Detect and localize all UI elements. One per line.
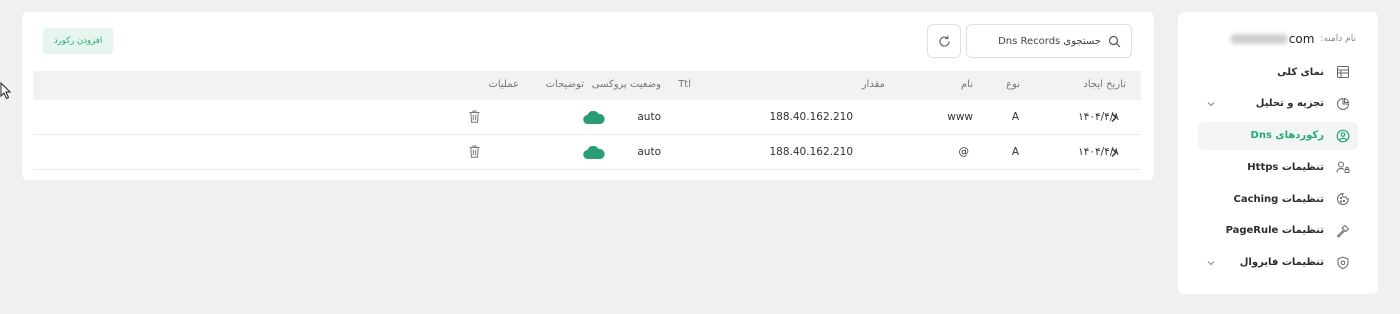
chevron-down-icon <box>1207 260 1215 265</box>
column-header-type[interactable]: نوع <box>1006 79 1020 90</box>
hammer-icon <box>1336 224 1350 238</box>
sidebar-item-label: تنظیمات Https <box>1247 161 1324 173</box>
table-header: تاریخ ایجاد نوع نام مقدار Ttl وضعیت پروک… <box>33 71 1141 100</box>
cell-created: ۱۴۰۴/۴/۸ <box>1078 146 1119 158</box>
delete-icon[interactable] <box>469 110 480 123</box>
column-header-description[interactable]: توضیحات <box>546 79 584 90</box>
cell-ttl: auto <box>637 111 661 123</box>
table-row[interactable]: ۱۴۰۴/۴/۸ A www 188.40.162.210 auto <box>33 100 1141 135</box>
cell-name: @ <box>958 146 970 158</box>
chevron-down-icon <box>1207 101 1215 107</box>
sidebar-item-analytics[interactable]: تجزیه و تحلیل <box>1198 90 1358 118</box>
sidebar-item-label: نمای کلی <box>1277 66 1324 78</box>
search-icon <box>1108 35 1121 48</box>
domain-name: com <box>1229 32 1315 46</box>
cell-value: 188.40.162.210 <box>769 146 854 158</box>
sidebar-item-firewall[interactable]: تنظیمات فایروال <box>1198 249 1358 277</box>
mouse-cursor-icon <box>0 82 12 100</box>
cell-type: A <box>1011 111 1019 123</box>
cell-type: A <box>1011 146 1019 158</box>
table-icon <box>1337 66 1349 78</box>
add-record-button[interactable]: افزودن رکورد <box>43 28 113 54</box>
search-input[interactable]: جستجوی Dns Records <box>966 24 1132 58</box>
delete-icon[interactable] <box>469 145 480 158</box>
column-header-ttl[interactable]: Ttl <box>678 79 691 90</box>
column-header-created[interactable]: تاریخ ایجاد <box>1083 79 1126 90</box>
sidebar-item-label: تنظیمات PageRule <box>1225 225 1324 237</box>
sidebar-item-label: رکوردهای Dns <box>1250 130 1324 142</box>
sidebar: نام دامنه: com نمای کلی تجزیه و تحلیل رک… <box>1178 12 1378 294</box>
proxy-cloud-icon[interactable] <box>583 145 605 160</box>
dns-icon <box>1336 129 1350 142</box>
cell-value: 188.40.162.210 <box>769 111 854 123</box>
column-header-actions: عملیات <box>488 79 519 90</box>
sidebar-item-https[interactable]: تنظیمات Https <box>1198 153 1358 181</box>
domain-name-redacted <box>1229 34 1288 44</box>
cell-ttl: auto <box>637 146 661 158</box>
sidebar-item-dns-records[interactable]: رکوردهای Dns <box>1198 121 1358 150</box>
refresh-icon <box>938 35 950 47</box>
cell-name: www <box>947 111 973 123</box>
sidebar-item-label: تنظیمات Caching <box>1233 193 1325 205</box>
shield-icon <box>1337 256 1349 270</box>
table-row[interactable]: ۱۴۰۴/۴/۸ A @ 188.40.162.210 auto <box>33 135 1141 170</box>
domain-label: نام دامنه: <box>1320 34 1356 44</box>
column-header-proxy[interactable]: وضعیت پروکسی <box>592 79 661 90</box>
proxy-cloud-icon[interactable] <box>583 110 605 125</box>
sidebar-item-label: تجزیه و تحلیل <box>1255 98 1324 110</box>
sidebar-item-label: تنظیمات فایروال <box>1239 257 1324 269</box>
column-header-name[interactable]: نام <box>961 79 973 90</box>
search-placeholder: جستجوی Dns Records <box>998 35 1101 47</box>
sidebar-menu: نمای کلی تجزیه و تحلیل رکوردهای Dns تنظی… <box>1198 58 1358 281</box>
sidebar-item-pagerule[interactable]: تنظیمات PageRule <box>1198 217 1358 245</box>
sidebar-item-overview[interactable]: نمای کلی <box>1198 58 1358 86</box>
pie-chart-icon <box>1337 97 1350 110</box>
sidebar-item-caching[interactable]: تنظیمات Caching <box>1198 185 1358 213</box>
cookie-icon <box>1337 193 1350 206</box>
domain-suffix: com <box>1288 32 1315 46</box>
refresh-button[interactable] <box>927 24 961 58</box>
user-lock-icon <box>1336 161 1350 174</box>
column-header-value[interactable]: مقدار <box>862 79 885 90</box>
dns-records-panel: جستجوی Dns Records افزودن رکورد تاریخ ای… <box>22 12 1154 180</box>
cell-created: ۱۴۰۴/۴/۸ <box>1078 111 1119 123</box>
domain-info: نام دامنه: com <box>1229 32 1356 46</box>
dns-records-table: تاریخ ایجاد نوع نام مقدار Ttl وضعیت پروک… <box>33 71 1141 170</box>
